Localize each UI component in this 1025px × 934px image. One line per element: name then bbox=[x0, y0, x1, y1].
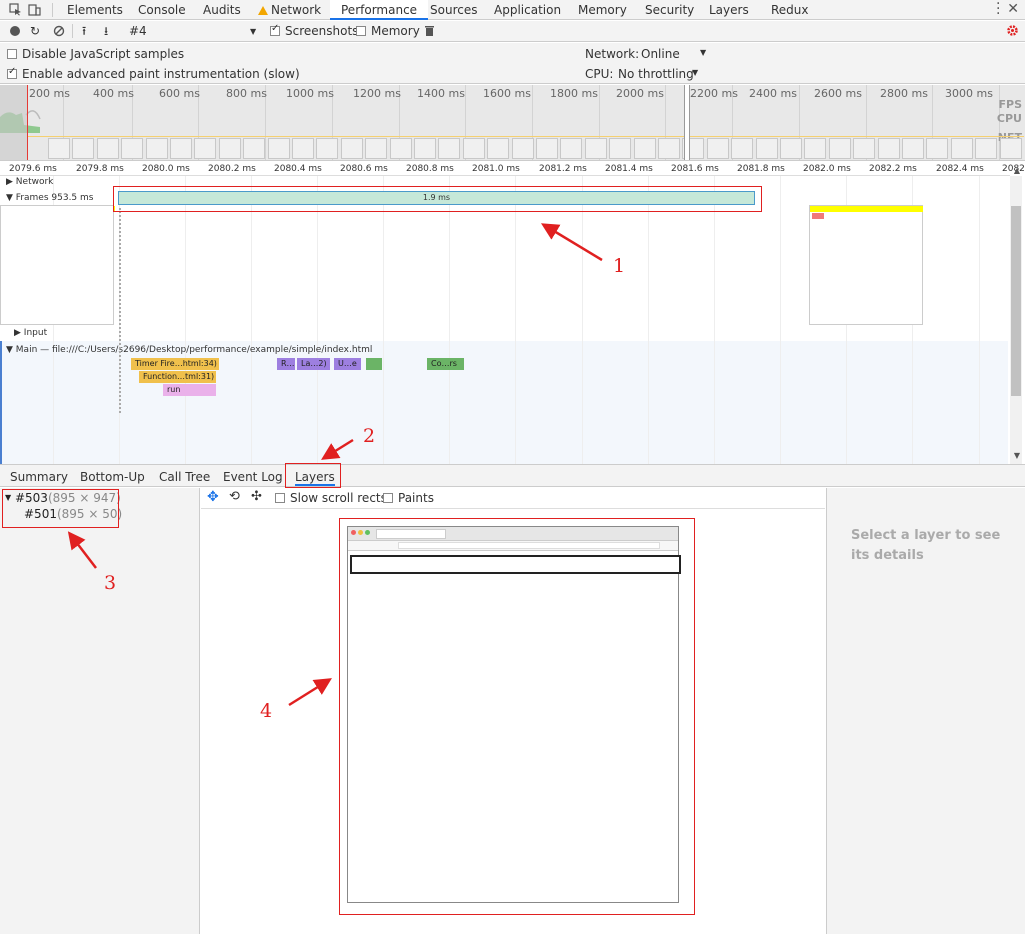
annotation-arrow bbox=[288, 678, 332, 707]
annotation-number: 3 bbox=[104, 572, 117, 594]
annotation-number: 2 bbox=[363, 425, 376, 447]
annotation-arrow bbox=[321, 438, 354, 460]
annotation-arrow bbox=[541, 223, 603, 262]
annotation-number: 4 bbox=[260, 700, 273, 722]
annotation-arrows bbox=[67, 223, 603, 707]
annotation-number: 1 bbox=[613, 255, 626, 277]
annotation-arrow bbox=[67, 531, 97, 569]
